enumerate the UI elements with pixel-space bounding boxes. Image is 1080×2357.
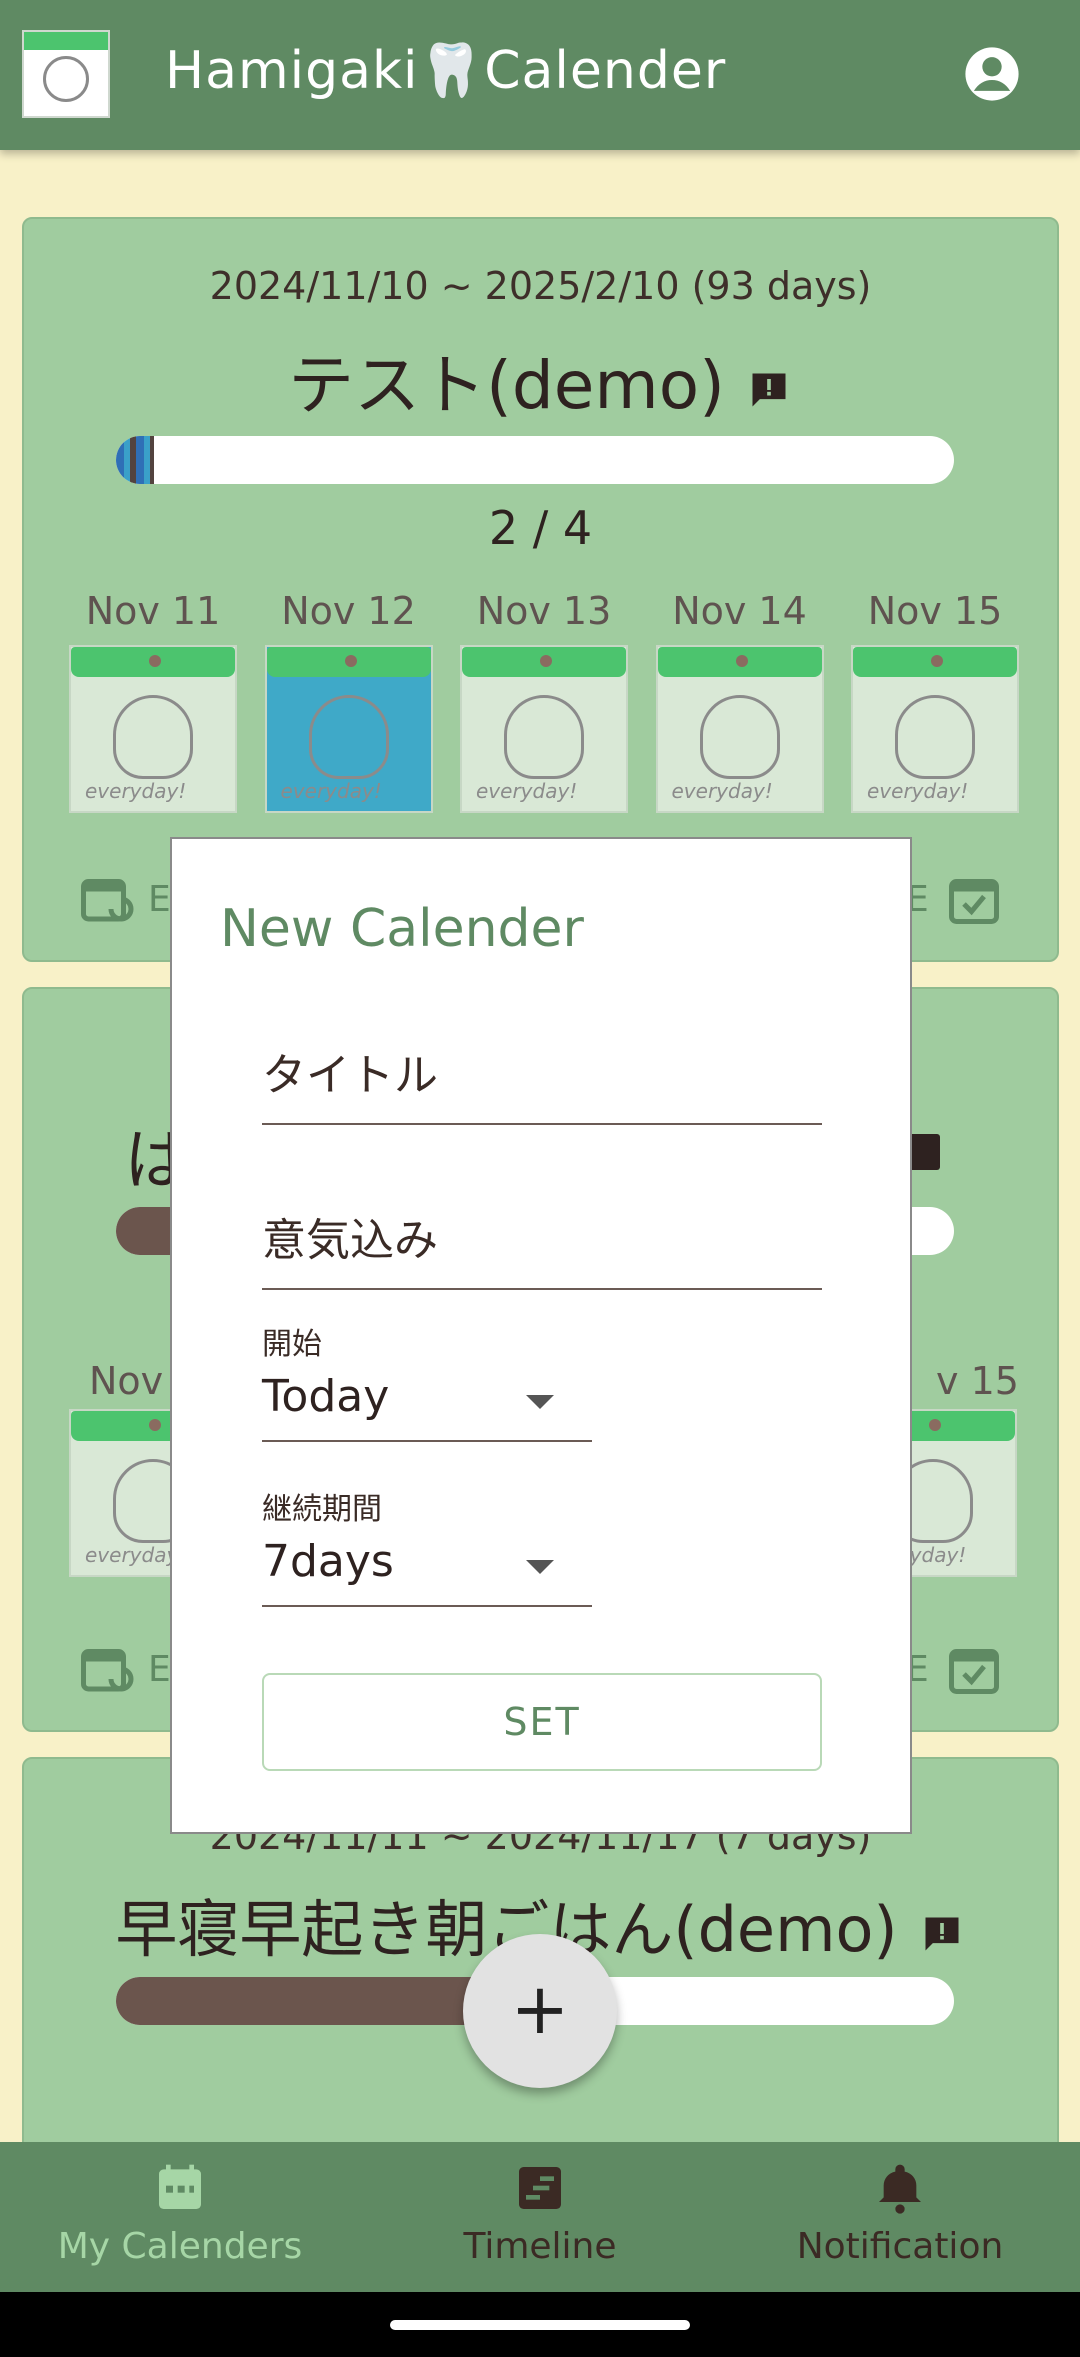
dropdown-caret-icon (526, 1560, 554, 1574)
new-calendar-dialog: New Calender タイトル 意気込み 開始 Today 継続期間 7da… (170, 837, 912, 1834)
nav-notification[interactable]: Notification (720, 2142, 1080, 2292)
stamp-icon[interactable]: everyday! (460, 645, 628, 813)
add-calendar-fab[interactable]: + (463, 1934, 617, 2088)
stamp-icon[interactable]: everyday! (851, 645, 1019, 813)
duration-value: 7days (262, 1536, 394, 1587)
progress-bar (116, 436, 954, 484)
start-label: 開始 (262, 1327, 322, 1362)
stamp-icon[interactable]: everyday! (655, 645, 824, 813)
day-cell[interactable]: Nov 12 everyday! (264, 589, 433, 813)
dropdown-caret-icon (526, 1395, 554, 1409)
notes-icon (519, 2167, 561, 2209)
nav-label: My Calenders (57, 2226, 303, 2267)
nav-my-calenders[interactable]: My Calenders (0, 2142, 360, 2292)
progress-fill (116, 436, 154, 484)
progress-count: 2 / 4 (488, 501, 593, 555)
calendar-reset-icon[interactable] (76, 869, 136, 929)
day-label: v 15 (936, 1359, 1019, 1403)
day-label: Nov 15 (867, 589, 1003, 633)
day-cell[interactable]: Nov 13 everyday! (460, 589, 628, 813)
start-value: Today (262, 1371, 390, 1422)
bottom-nav: My Calenders Timeline Notification (0, 2142, 1080, 2292)
nav-label: Notification (796, 2226, 1004, 2267)
motivation-field[interactable]: 意気込み (262, 1204, 822, 1290)
calendar-check-icon[interactable] (944, 1639, 1004, 1699)
day-label: Nov (89, 1359, 164, 1403)
card-date-range: 2024/11/10 ~ 2025/2/10 (93 days) (209, 264, 872, 308)
stamp-done-icon[interactable]: everyday! (264, 645, 433, 813)
card-title-text: テスト(demo) (288, 347, 725, 424)
day-cell[interactable]: Nov 11 everyday! (69, 589, 237, 813)
nav-timeline[interactable]: Timeline (360, 2142, 720, 2292)
day-cell[interactable]: Nov 15 everyday! (851, 589, 1019, 813)
comment-icon[interactable] (918, 1912, 966, 1956)
nav-label: Timeline (463, 2226, 617, 2267)
title-placeholder: タイトル (262, 1050, 438, 1101)
home-handle[interactable] (390, 2320, 690, 2330)
system-nav-bar (0, 2292, 1080, 2357)
day-cell[interactable]: Nov 14 everyday! (655, 589, 824, 813)
calendar-reset-icon[interactable] (76, 1639, 136, 1699)
card-title: テスト(demo) (24, 332, 1057, 428)
app-bar: Hamigaki🦷Calender (0, 0, 1080, 150)
day-row: Nov 11 everyday! Nov 12 everyday! Nov 13… (69, 589, 1019, 813)
day-label: Nov 12 (281, 589, 416, 633)
stamp-icon[interactable]: everyday! (69, 645, 237, 813)
day-label: Nov 13 (476, 589, 612, 633)
bell-icon (879, 2164, 921, 2214)
calendar-check-icon[interactable] (944, 869, 1004, 929)
duration-label: 継続期間 (262, 1492, 382, 1527)
day-label: Nov 11 (85, 589, 221, 633)
start-select[interactable]: 開始 Today (262, 1319, 592, 1442)
account-icon[interactable] (963, 45, 1021, 103)
app-title: Hamigaki🦷Calender (165, 41, 727, 101)
duration-select[interactable]: 継続期間 7days (262, 1484, 592, 1607)
day-label: Nov 14 (672, 589, 807, 633)
dialog-title: New Calender (220, 899, 584, 959)
calendar-icon (159, 2164, 201, 2209)
comment-icon[interactable] (745, 368, 793, 412)
footer-left-text: E (148, 879, 171, 920)
footer-left-text: E (148, 1649, 171, 1690)
set-button[interactable]: SET (262, 1673, 822, 1771)
app-logo (22, 30, 110, 118)
motivation-placeholder: 意気込み (262, 1215, 438, 1266)
title-field[interactable]: タイトル (262, 1039, 822, 1125)
